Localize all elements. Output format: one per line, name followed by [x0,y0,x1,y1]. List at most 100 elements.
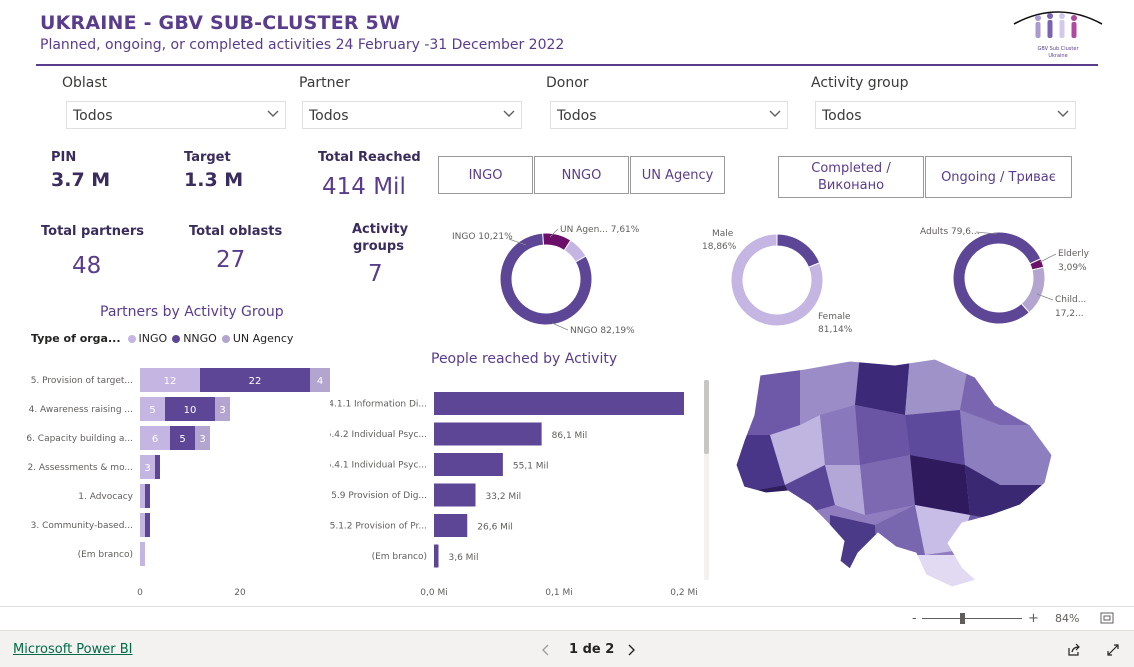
partners-bar-ingo[interactable] [140,484,145,508]
partners-bar-nngo[interactable] [145,513,150,537]
gender-donut: Male 18,86% Female 81,14% [702,229,853,335]
people-category-label: 5.4.2 Individual Psyc... [330,430,427,440]
activity-group-dropdown-value: Todos [822,108,862,124]
people-bar[interactable] [434,483,476,507]
total-oblasts-label: Total oblasts [189,224,283,239]
people-bar[interactable] [434,514,468,537]
map-region-khmelnytskyi[interactable] [820,405,860,465]
donut-label-female: Female [818,312,851,322]
donut-slice-male[interactable] [776,233,821,268]
map-region-kirovohrad[interactable] [860,455,915,515]
share-icon[interactable] [1067,643,1081,657]
people-chart-scrollbar[interactable] [704,380,709,454]
donor-dropdown[interactable]: Todos [550,101,788,129]
map-region-odesa[interactable] [830,515,880,595]
prev-page-icon[interactable] [541,644,551,656]
age-donut: Adults 79,6... Elderly 3,09% Child... 17… [920,227,1090,325]
filter-label-oblast: Oblast [62,75,108,91]
partners-bar-data-label: 5 [179,434,185,445]
partners-chart-title: Partners by Activity Group [100,304,284,320]
partners-category-label: 4. Awareness raising ... [29,405,133,415]
oblast-dropdown-value: Todos [73,108,113,124]
zoom-slider-track[interactable] [922,618,1022,619]
legend-dot-nngo [172,334,181,343]
slicer-completed-label: Completed / [811,161,891,176]
people-bar-data-label: 86,1 Mil [552,431,588,441]
people-bar-data-label: 55,1 Mil [513,462,549,472]
donut-label-male: Male [712,229,734,239]
pin-label: PIN [51,150,77,165]
powerbi-link[interactable]: Microsoft Power BI [13,642,132,657]
partners-category-label: 6. Capacity building a... [26,434,133,444]
title-divider [36,64,1098,66]
people-bar-data-label: 26,6 Mil [477,523,513,533]
partners-category-label: (Em branco) [78,550,133,560]
donor-dropdown-value: Todos [557,108,597,124]
partners-by-activity-chart: 5. Provision of target... 12 22 4 4. Awarene… [26,368,330,598]
partners-bar-nngo[interactable] [155,455,160,479]
partners-bar-ingo[interactable] [140,542,145,566]
fit-to-page-icon[interactable] [1100,612,1114,624]
legend-label-un[interactable]: UN Agency [233,332,294,345]
partners-bar-data-label: 3 [199,434,205,445]
target-value: 1.3 M [184,169,244,191]
partners-category-label: 5. Provision of target... [31,376,133,386]
people-bar[interactable] [434,422,542,446]
donut-value-children: 17,2... [1055,309,1084,319]
partner-dropdown[interactable]: Todos [302,101,522,129]
next-page-icon[interactable] [626,644,636,656]
activity-groups-value: 7 [368,261,383,287]
people-category-label: (Em branco) [372,552,427,562]
people-x-tick: 0,0 Mi [420,588,447,598]
partners-x-tick: 20 [234,588,246,598]
partners-bar-data-label: 6 [152,434,158,445]
map-region-sumy[interactable] [960,355,1060,425]
people-category-label: 4.1.1 Information Di... [330,400,427,410]
slicer-un-agency-button[interactable]: UN Agency [630,156,725,194]
people-category-label: 5.1.2 Provision of Pr... [330,522,427,532]
donut-slice-children[interactable] [1020,266,1046,314]
partners-bar-nngo[interactable] [145,484,150,508]
people-bar[interactable] [434,453,503,476]
logo-subtext: Ukraine [1048,53,1068,59]
zoom-out-button[interactable]: - [912,611,917,626]
donut-value-male: 18,86% [702,242,737,252]
oblast-dropdown[interactable]: Todos [66,101,286,129]
partners-chart-legend: Type of orga... INGO NNGO UN Agency [31,332,293,345]
page-indicator: 1 de 2 [569,642,615,657]
zoom-level: 84% [1055,612,1080,625]
slicer-nngo-button[interactable]: NNGO [534,156,629,194]
people-bar-data-label: 33,2 Mil [486,492,522,502]
activity-group-dropdown[interactable]: Todos [815,101,1076,129]
powerbi-footer [0,630,1134,667]
partners-bar-data-label: 22 [249,376,262,387]
legend-label-ingo[interactable]: INGO [139,332,168,345]
chevron-down-icon [267,110,279,117]
logo-figures-icon [1013,11,1103,38]
map-region-chernihiv[interactable] [905,355,970,415]
partners-bar-ingo[interactable] [140,513,145,537]
filter-label-activity-group: Activity group [811,75,909,91]
people-bar[interactable] [434,544,439,568]
map-region-volyn[interactable] [730,355,800,435]
ukraine-oblast-map[interactable] [730,355,1060,595]
total-reached-label: Total Reached [318,150,421,165]
target-label: Target [184,150,231,165]
partners-category-label: 3. Community-based... [31,521,133,531]
slicer-completed-button[interactable]: Completed / Виконано [778,156,924,198]
legend-label-nngo[interactable]: NNGO [183,332,217,345]
donut-value-elderly: 3,09% [1058,263,1087,273]
zoom-slider-handle[interactable] [960,613,965,624]
slicer-ingo-button[interactable]: INGO [438,156,533,194]
fullscreen-icon[interactable] [1106,643,1120,657]
slicer-ongoing-button[interactable]: Ongoing / Триває [925,156,1072,198]
chevron-down-icon [1057,110,1069,117]
leader-line-nngo [551,322,569,331]
zoom-in-button[interactable]: + [1028,611,1039,626]
map-region-crimea[interactable] [910,555,980,595]
partners-x-tick: 0 [137,588,143,598]
donut-label-children: Child... [1055,295,1086,305]
partners-bar-data-label: 12 [164,376,177,387]
total-partners-label: Total partners [41,224,144,239]
people-bar[interactable] [434,392,684,415]
